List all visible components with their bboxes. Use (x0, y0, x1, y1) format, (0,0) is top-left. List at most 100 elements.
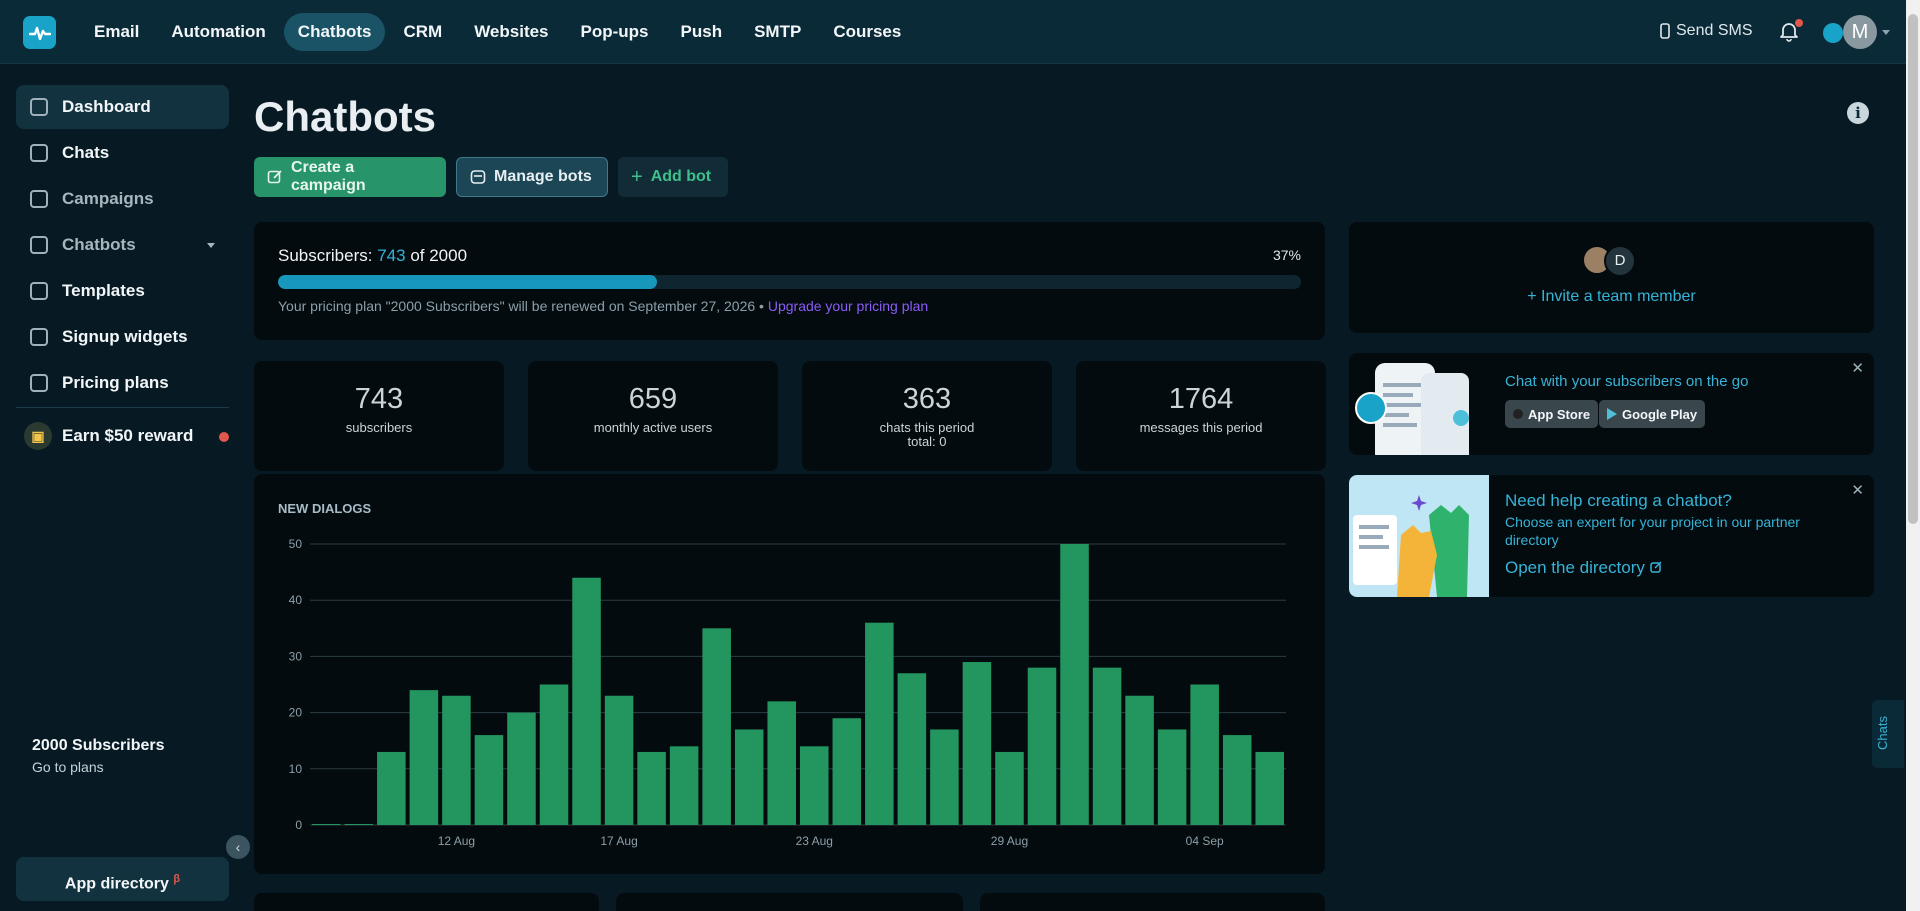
chart-bar[interactable] (897, 673, 927, 825)
reward-dot (219, 432, 229, 442)
sidebar-item-label: Dashboard (62, 97, 151, 116)
chart-bar[interactable] (1255, 751, 1284, 825)
add-bot-button[interactable]: + Add bot (618, 157, 728, 197)
y-tick-label: 50 (289, 537, 303, 551)
collapse-sidebar-button[interactable]: ‹ (226, 835, 250, 859)
chart-bar[interactable] (832, 718, 862, 825)
chart-bar[interactable] (800, 746, 829, 825)
app-logo[interactable] (23, 16, 56, 49)
chart-bar[interactable] (604, 695, 634, 825)
nav-email[interactable]: Email (80, 13, 153, 51)
chevron-down-icon[interactable] (1882, 30, 1890, 35)
sidebar-item-signup-widgets[interactable]: Signup widgets (16, 315, 229, 359)
y-tick-label: 20 (289, 706, 303, 720)
chart-bar[interactable] (539, 684, 569, 826)
open-directory-link[interactable]: Open the directory (1505, 558, 1662, 578)
y-tick-label: 40 (289, 593, 303, 607)
chart-bar[interactable] (995, 751, 1024, 825)
chart-bar[interactable] (572, 577, 601, 825)
chart-bar[interactable] (442, 695, 471, 825)
chart-bar[interactable] (865, 622, 894, 825)
sidebar-item-chatbots[interactable]: Chatbots (16, 223, 229, 267)
sidebar-item-label: Templates (62, 281, 145, 300)
stat-card: 743 subscribers (254, 361, 504, 471)
gift-icon: ▣ (24, 422, 52, 450)
chart-bar[interactable] (1222, 735, 1252, 825)
chart-bar[interactable] (312, 824, 341, 825)
info-icon[interactable]: i (1847, 102, 1869, 124)
page-scrollbar[interactable] (1906, 0, 1920, 911)
chart-bar[interactable] (409, 690, 439, 825)
sidebar-item-campaigns[interactable]: Campaigns (16, 177, 229, 221)
chart-bar[interactable] (1125, 695, 1154, 825)
user-avatar[interactable]: M (1843, 15, 1877, 49)
chart-bar[interactable] (1190, 684, 1219, 826)
top-nav-bar: Email Automation Chatbots CRM Websites Pop-up… (0, 0, 1920, 64)
chevron-down-icon[interactable] (207, 243, 215, 248)
nav-crm[interactable]: CRM (389, 13, 456, 51)
subscribers-count: 743 (377, 246, 406, 265)
stat-card: 1764 messages this period (1076, 361, 1326, 471)
x-tick-label: 29 Aug (991, 834, 1028, 848)
nav-chatbots[interactable]: Chatbots (283, 13, 386, 51)
widget-icon (30, 328, 48, 346)
nav-automation[interactable]: Automation (157, 13, 279, 51)
main-nav: Email Automation Chatbots CRM Websites Pop-up… (80, 13, 915, 51)
stat-value: 659 (628, 383, 678, 415)
close-icon[interactable]: ✕ (1851, 359, 1864, 377)
sidebar-item-chats[interactable]: Chats (16, 131, 229, 175)
stat-label: chats this period (879, 420, 975, 435)
nav-push[interactable]: Push (667, 13, 737, 51)
nav-pop-ups[interactable]: Pop-ups (567, 13, 663, 51)
subscribers-progress-fill (278, 275, 657, 289)
chart-bar[interactable] (767, 701, 796, 825)
pricing-icon (30, 374, 48, 392)
close-icon[interactable]: ✕ (1851, 481, 1864, 499)
chart-bar[interactable] (1157, 729, 1187, 825)
chart-bar[interactable] (1060, 544, 1089, 825)
open-directory-label: Open the directory (1505, 558, 1645, 577)
invite-member-link[interactable]: + Invite a team member (1349, 288, 1874, 306)
chart-bar[interactable] (474, 735, 504, 825)
go-to-plans-link[interactable]: Go to plans (32, 759, 104, 775)
chart-bar[interactable] (962, 662, 992, 825)
app-directory-button[interactable]: App directory β (16, 857, 229, 901)
sidebar-item-dashboard[interactable]: Dashboard (16, 85, 229, 129)
chart-bar[interactable] (734, 729, 764, 825)
chart-bar[interactable] (377, 751, 406, 825)
chats-side-tab[interactable]: Chats (1872, 700, 1904, 768)
x-tick-label: 17 Aug (600, 834, 637, 848)
chart-bar[interactable] (669, 746, 699, 825)
chart-bar[interactable] (1092, 667, 1122, 825)
sidebar-item-templates[interactable]: Templates (16, 269, 229, 313)
phone-icon (1660, 23, 1670, 39)
app-store-label: App Store (1528, 406, 1591, 422)
nav-smtp[interactable]: SMTP (740, 13, 815, 51)
chart-bar[interactable] (930, 729, 959, 825)
plus-icon: + (631, 165, 643, 188)
nav-courses[interactable]: Courses (819, 13, 915, 51)
upgrade-plan-link[interactable]: Upgrade your pricing plan (768, 298, 928, 314)
team-member-avatar-d: D (1604, 245, 1636, 277)
bottom-card (980, 893, 1325, 911)
send-sms-button[interactable]: Send SMS (1660, 22, 1752, 40)
stat-value: 1764 (1168, 383, 1234, 415)
subscribers-limit: of 2000 (410, 246, 468, 265)
bot-status-icon[interactable] (1823, 23, 1843, 43)
google-play-button[interactable]: Google Play (1599, 400, 1706, 428)
stat-card: 659 monthly active users (528, 361, 778, 471)
chart-bar[interactable] (344, 824, 374, 825)
stat-value: 363 (902, 383, 952, 415)
manage-bots-button[interactable]: Manage bots (456, 157, 608, 197)
chart-bar[interactable] (507, 712, 536, 825)
nav-websites[interactable]: Websites (460, 13, 562, 51)
earn-reward-button[interactable]: ▣ Earn $50 reward (16, 414, 229, 458)
sidebar-item-pricing-plans[interactable]: Pricing plans (16, 361, 229, 405)
scrollbar-thumb[interactable] (1908, 14, 1918, 524)
create-campaign-button[interactable]: Create a campaign (254, 157, 446, 197)
chart-bar[interactable] (702, 628, 731, 825)
chart-bar[interactable] (1027, 667, 1057, 825)
chart-bar[interactable] (637, 751, 666, 825)
create-campaign-label: Create a campaign (290, 159, 366, 194)
app-store-button[interactable]: App Store (1505, 400, 1599, 428)
